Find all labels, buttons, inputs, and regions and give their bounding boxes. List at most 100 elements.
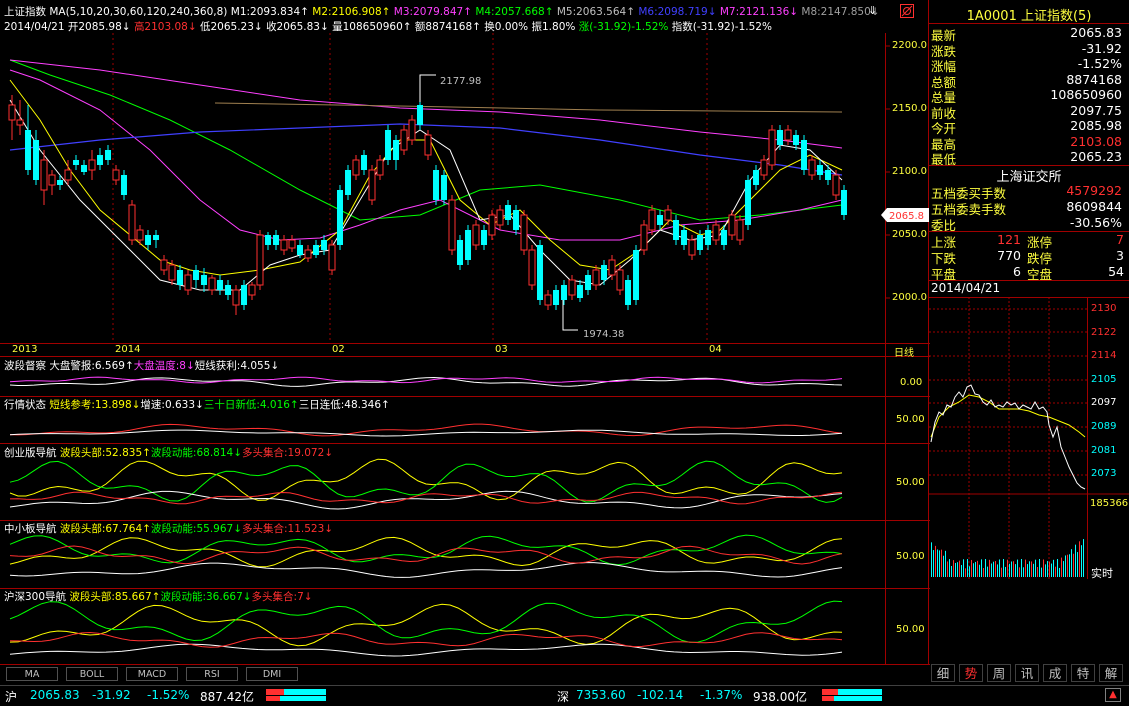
period-label[interactable]: 日线	[894, 344, 914, 359]
candle-body	[577, 285, 583, 298]
candle-body	[25, 130, 31, 170]
intraday-volume-bar	[973, 563, 974, 577]
current-price-tag: 2065.8	[889, 211, 924, 222]
candle-body	[496, 209, 504, 226]
alert-icon[interactable]: ▲	[1105, 688, 1121, 702]
intraday-volume-bar	[1053, 559, 1054, 577]
candle-body	[33, 140, 39, 180]
indicator-value: 多头集合:19.072↓	[242, 447, 334, 459]
intraday-volume-bar	[1047, 561, 1048, 577]
candle-body	[184, 274, 192, 291]
candle-body	[168, 264, 176, 281]
candle-body	[265, 235, 271, 245]
intraday-volume-bar	[1041, 567, 1042, 577]
candle-body	[640, 224, 648, 251]
candle-body	[153, 235, 159, 240]
price-tick-3: 2100.0	[892, 166, 927, 177]
candle-body	[768, 129, 776, 166]
candle-body	[736, 219, 744, 241]
order-book-row: 五档委买手数 4579292	[929, 183, 1126, 201]
right-tab-7[interactable]: 解	[1099, 664, 1123, 682]
indicator-value: 波段头部:85.667↑	[69, 591, 161, 603]
intraday-volume-bar	[1001, 567, 1002, 577]
intraday-price-tick: 2073	[1091, 468, 1117, 480]
indicator-title-market-state[interactable]: 行情状态 短线参考:13.898↓增速:0.633↓三十日新低:4.016↑三日…	[4, 397, 390, 412]
main-chart-canvas[interactable]: 2177.98 1974.38 2065.8	[0, 0, 930, 665]
intraday-volume-bar	[931, 542, 932, 577]
intraday-price-tick: 2097	[1091, 397, 1117, 409]
quote-value: -31.92	[1081, 40, 1122, 56]
intraday-volume-bar	[939, 550, 940, 577]
indicator-value: 波段动能:68.814↓	[150, 447, 242, 459]
candle-body	[457, 240, 463, 265]
candle-body	[601, 265, 607, 280]
right-tab-2[interactable]: 势	[959, 664, 983, 682]
indicator-title-sme-nav[interactable]: 中小板导航 波段头部:67.764↑波段动能:55.967↓多头集合:11.52…	[4, 521, 333, 536]
indicator-value: 三日连低:48.346↑	[298, 399, 390, 411]
intraday-volume-bar	[943, 555, 944, 577]
indicator-title-hs300-nav[interactable]: 沪深300导航 波段头部:85.667↑波段动能:36.667↓多头集合:7↓	[4, 589, 313, 604]
intraday-volume-bar	[1009, 563, 1010, 577]
tab-macd[interactable]: MACD	[126, 667, 178, 681]
intraday-volume-bar	[1073, 553, 1074, 577]
intraday-price-tick: 2114	[1091, 350, 1117, 362]
candle-body	[57, 180, 63, 185]
sz-price[interactable]: 7353.60	[576, 688, 626, 702]
candle-body	[825, 170, 831, 180]
tab-rsi[interactable]: RSI	[186, 667, 238, 681]
quote-row: 涨跌 -31.92	[929, 40, 1126, 59]
tab-ma[interactable]: MA	[6, 667, 58, 681]
intraday-volume-bar	[1055, 566, 1056, 577]
intraday-volume-bar	[1045, 564, 1046, 577]
realtime-label[interactable]: 实时	[1091, 565, 1113, 581]
indicator-axis-1: 0.00	[900, 377, 923, 388]
quote-row: 总量 108650960	[929, 87, 1126, 105]
status-bar: 沪 2065.83 -31.92 -1.52% 887.42亿 深 7353.6…	[0, 685, 1129, 706]
tab-boll[interactable]: BOLL	[66, 667, 118, 681]
quote-row: 最高 2103.08	[929, 133, 1126, 152]
down-count: 770	[997, 248, 1021, 263]
intraday-volume-bar	[989, 559, 990, 577]
tab-dmi[interactable]: DMI	[246, 667, 298, 681]
candle-body	[280, 239, 288, 251]
right-tab-1[interactable]: 细	[931, 664, 955, 682]
right-tab-3[interactable]: 周	[987, 664, 1011, 682]
intraday-volume-bar	[967, 559, 968, 577]
candle-body	[424, 134, 432, 156]
intraday-chart[interactable]	[929, 297, 1129, 579]
intraday-volume-bar	[941, 549, 942, 577]
intraday-volume-bar	[1035, 559, 1036, 577]
intraday-volume-bar	[1007, 559, 1008, 577]
right-tab-4[interactable]: 讯	[1015, 664, 1039, 682]
candle-body	[201, 275, 207, 285]
date-04: 04	[709, 344, 722, 355]
intraday-volume-bar	[1063, 561, 1064, 577]
candle-body	[73, 160, 79, 165]
right-tab-5[interactable]: 成	[1043, 664, 1067, 682]
order-book-row: 委比 -30.56%	[929, 215, 1126, 233]
price-tick-1: 2200.0	[892, 40, 927, 51]
intraday-volume-bar	[1071, 549, 1072, 577]
candle-body	[664, 209, 672, 221]
order-book-value: 4579292	[1066, 183, 1122, 198]
quote-value: 108650960	[1050, 87, 1122, 102]
price-tick-4: 2050.0	[892, 229, 927, 240]
candle-body	[808, 159, 816, 176]
indicator-title-band-watch[interactable]: 波段督察 大盘警报:6.569↑大盘温度:8↓短线获利:4.055↓	[4, 358, 279, 373]
candle-body	[465, 230, 471, 260]
candle-body	[112, 169, 120, 181]
indicator-axis-5: 50.00	[896, 624, 925, 635]
flat-count: 6	[1013, 264, 1021, 279]
intraday-volume-bar	[1015, 564, 1016, 577]
high-annotation: 2177.98	[440, 76, 481, 87]
quote-value: 2103.08	[1070, 133, 1122, 149]
intraday-volume-bar	[975, 561, 976, 577]
sh-price[interactable]: 2065.83	[30, 688, 80, 702]
indicator-title-gem-nav[interactable]: 创业版导航 波段头部:52.835↑波段动能:68.814↓多头集合:19.07…	[4, 445, 333, 460]
candle-body	[97, 155, 103, 165]
price-tick-2: 2150.0	[892, 103, 927, 114]
right-tab-6[interactable]: 特	[1071, 664, 1095, 682]
quote-panel: 1A0001 上证指数(5) 最新 2065.83 涨跌 -31.92 涨幅 -1.52%…	[929, 0, 1129, 685]
intraday-volume-bar	[1037, 566, 1038, 577]
sh-label: 沪	[5, 690, 18, 704]
